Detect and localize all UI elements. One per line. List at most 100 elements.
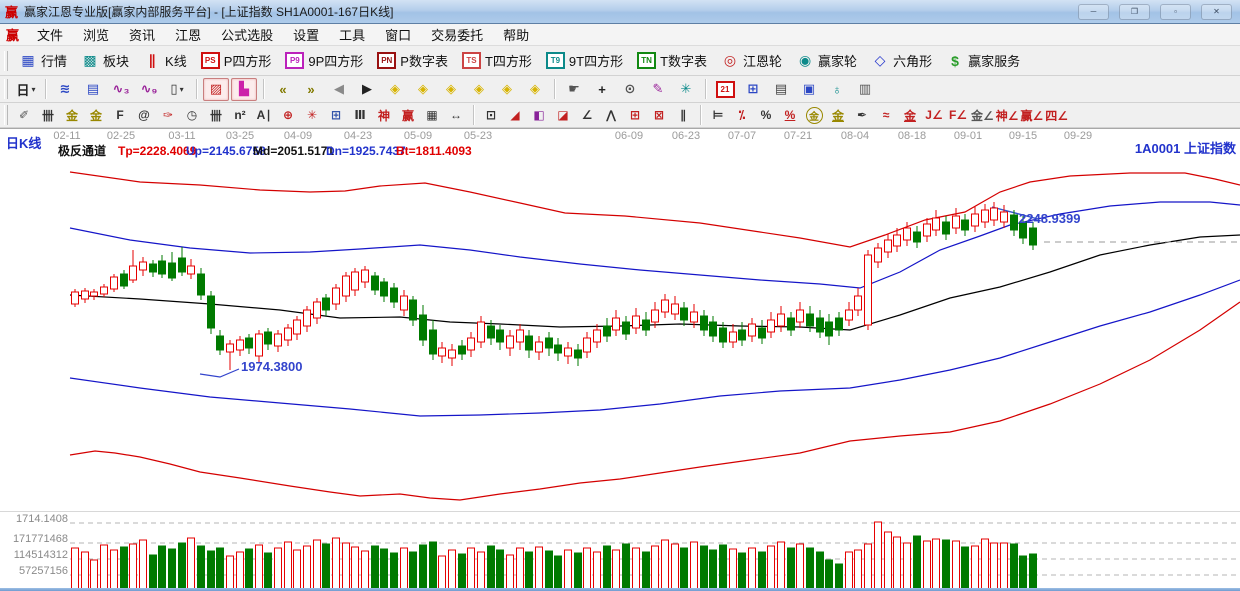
minimize-button[interactable]: ─ xyxy=(1078,4,1109,20)
shen-angle-tool[interactable]: 神∠ xyxy=(996,106,1019,125)
wave3-button[interactable]: ∿₃ xyxy=(108,78,134,101)
span-arrow-tool[interactable]: ↔ xyxy=(445,106,467,125)
winner-wheel-button[interactable]: ◉ 赢家轮 xyxy=(789,49,864,72)
si-angle-tool[interactable]: 四∠ xyxy=(1045,106,1068,125)
t-number-table-button[interactable]: TN T数字表 xyxy=(630,49,714,72)
histogram-button[interactable]: ▙ xyxy=(231,77,257,101)
gold-underline-tool[interactable]: 金 xyxy=(899,106,921,125)
p-square-button[interactable]: PS P四方形 xyxy=(194,49,279,72)
fan-square-tool[interactable]: ◧ xyxy=(528,106,550,125)
pen-ruler-tool[interactable]: ✑ xyxy=(157,106,179,125)
time-circle-tool[interactable]: ◷ xyxy=(181,106,203,125)
radial-web-tool[interactable]: ✳ xyxy=(301,106,323,125)
mail-globe-button[interactable]: ♁ xyxy=(824,78,850,101)
nine-t-square-button[interactable]: T9 9T四方形 xyxy=(539,49,630,72)
web-square-tool[interactable]: ⊞ xyxy=(325,106,347,125)
j-angle-tool[interactable]: J∠ xyxy=(923,106,945,125)
menu-window[interactable]: 窗口 xyxy=(375,23,421,46)
wave9-button[interactable]: ∿₉ xyxy=(136,78,162,101)
pointer-zoom-button[interactable]: ⊙ xyxy=(617,78,643,101)
compress-h-button[interactable]: ◈ xyxy=(438,78,464,101)
crosshair-button[interactable]: + xyxy=(589,78,615,101)
stat-column-tool[interactable]: ⊨ xyxy=(707,106,729,125)
menu-formula-stock-pick[interactable]: 公式选股 xyxy=(211,23,283,46)
gann-wheel-button[interactable]: ◎ 江恩轮 xyxy=(714,49,789,72)
calculator-button[interactable]: ⊞ xyxy=(740,78,766,101)
angle-measure-tool[interactable]: A∣ xyxy=(253,106,275,125)
save-button[interactable]: ▣ xyxy=(796,78,822,101)
menu-trade-order[interactable]: 交易委托 xyxy=(421,23,493,46)
period-button[interactable]: 日 ▾ xyxy=(13,78,39,101)
gold-gauge2-tool[interactable]: 金 xyxy=(85,106,107,125)
menu-help[interactable]: 帮助 xyxy=(493,23,539,46)
gold-lines-tool[interactable]: 金 xyxy=(827,106,849,125)
expand-h-button[interactable]: ◈ xyxy=(466,78,492,101)
menu-settings[interactable]: 设置 xyxy=(283,23,329,46)
zigzag-wave-tool[interactable]: ⋀ xyxy=(600,106,622,125)
restore-button[interactable]: ❐ xyxy=(1119,4,1150,20)
zoom-in-button[interactable]: ◈ xyxy=(522,78,548,101)
quarter-grid-tool[interactable]: Ⅲ xyxy=(349,106,371,125)
prev-bar-button[interactable]: ◀ xyxy=(326,78,352,101)
circle-cross-tool[interactable]: ⊕ xyxy=(277,106,299,125)
sectors-button[interactable]: ▩ 板块 xyxy=(74,49,136,72)
pan-left-button[interactable]: ◈ xyxy=(382,78,408,101)
menu-gann[interactable]: 江恩 xyxy=(165,23,211,46)
candle-style-button[interactable]: ▯ ▾ xyxy=(164,78,190,101)
close-button[interactable]: ✕ xyxy=(1201,4,1232,20)
f-gauge-tool[interactable]: F xyxy=(109,106,131,125)
menu-news[interactable]: 资讯 xyxy=(119,23,165,46)
nine-p-square-button[interactable]: P9 9P四方形 xyxy=(278,49,370,72)
box-select-tool[interactable]: ⊡ xyxy=(480,106,502,125)
n-squared-tool[interactable]: n² xyxy=(229,106,251,125)
compass-tool[interactable]: ✐ xyxy=(13,106,35,125)
child-window-button[interactable]: ▫ xyxy=(1160,4,1191,20)
menu-file[interactable]: 文件 xyxy=(27,23,73,46)
ink-flag-tool[interactable]: ✒ xyxy=(851,106,873,125)
percent-slash-tool[interactable]: ⁒ xyxy=(731,106,753,125)
analysis-button[interactable]: ✳ xyxy=(673,78,699,101)
zigzag-chart-button[interactable]: ≋ xyxy=(52,78,78,101)
pan-right-button[interactable]: ◈ xyxy=(410,78,436,101)
angle-lines-tool[interactable]: ∠ xyxy=(576,106,598,125)
red-grid2-tool[interactable]: ⊠ xyxy=(648,106,670,125)
zoom-out-button[interactable]: ◈ xyxy=(494,78,520,101)
f-angle-tool[interactable]: F∠ xyxy=(947,106,969,125)
percent-tool[interactable]: % xyxy=(755,106,777,125)
menu-tools[interactable]: 工具 xyxy=(329,23,375,46)
winner-service-button[interactable]: $ 赢家服务 xyxy=(939,49,1027,72)
report-button[interactable]: ▤ xyxy=(80,78,106,101)
ying-angle-tool[interactable]: 赢∠ xyxy=(1021,106,1044,125)
chart-canvas[interactable]: 02-11 02-25 03-11 03-25 04-09 04-23 05-09 05-23… xyxy=(0,128,1240,591)
hexagon-button[interactable]: ◇ 六角形 xyxy=(864,49,939,72)
gold-angle-tool[interactable]: 金∠ xyxy=(971,106,994,125)
grid-123-tool[interactable]: ▦ xyxy=(421,106,443,125)
t-square-button[interactable]: TS T四方形 xyxy=(455,49,539,72)
gold-circle-tool[interactable]: 金 xyxy=(803,106,825,125)
gold-gauge-tool[interactable]: 金 xyxy=(61,106,83,125)
quotes-button[interactable]: ▦ 行情 xyxy=(12,49,74,72)
remote-computer-button[interactable]: ▥ xyxy=(852,78,878,101)
ruler2-tool[interactable]: 卌 xyxy=(205,106,227,125)
parallel-lines-tool[interactable]: ∥ xyxy=(672,106,694,125)
hand-button[interactable]: ☛ xyxy=(561,78,587,101)
wave-band-tool[interactable]: ≈ xyxy=(875,106,897,125)
gann-fan-tool[interactable]: ◢ xyxy=(504,106,526,125)
next-bar-button[interactable]: ▶ xyxy=(354,78,380,101)
p-number-table-button[interactable]: PN P数字表 xyxy=(370,49,455,72)
spiral-tool[interactable]: @ xyxy=(133,106,155,125)
marker-button[interactable]: ✎ xyxy=(645,78,671,101)
last-page-button[interactable]: » xyxy=(298,78,324,101)
kline-button[interactable]: ∥ K线 xyxy=(136,49,194,72)
calendar-button[interactable]: 21 xyxy=(712,78,738,101)
fan-square2-tool[interactable]: ◪ xyxy=(552,106,574,125)
ying-tool[interactable]: 赢 xyxy=(397,106,419,125)
red-grid-tool[interactable]: ⊞ xyxy=(624,106,646,125)
menu-browse[interactable]: 浏览 xyxy=(73,23,119,46)
percent-line-tool[interactable]: % xyxy=(779,106,801,125)
first-page-button[interactable]: « xyxy=(270,78,296,101)
notes-button[interactable]: ▤ xyxy=(768,78,794,101)
ruler-tool[interactable]: 卌 xyxy=(37,106,59,125)
pattern-button[interactable]: ▨ xyxy=(203,77,229,101)
shen-tool[interactable]: 神 xyxy=(373,106,395,125)
